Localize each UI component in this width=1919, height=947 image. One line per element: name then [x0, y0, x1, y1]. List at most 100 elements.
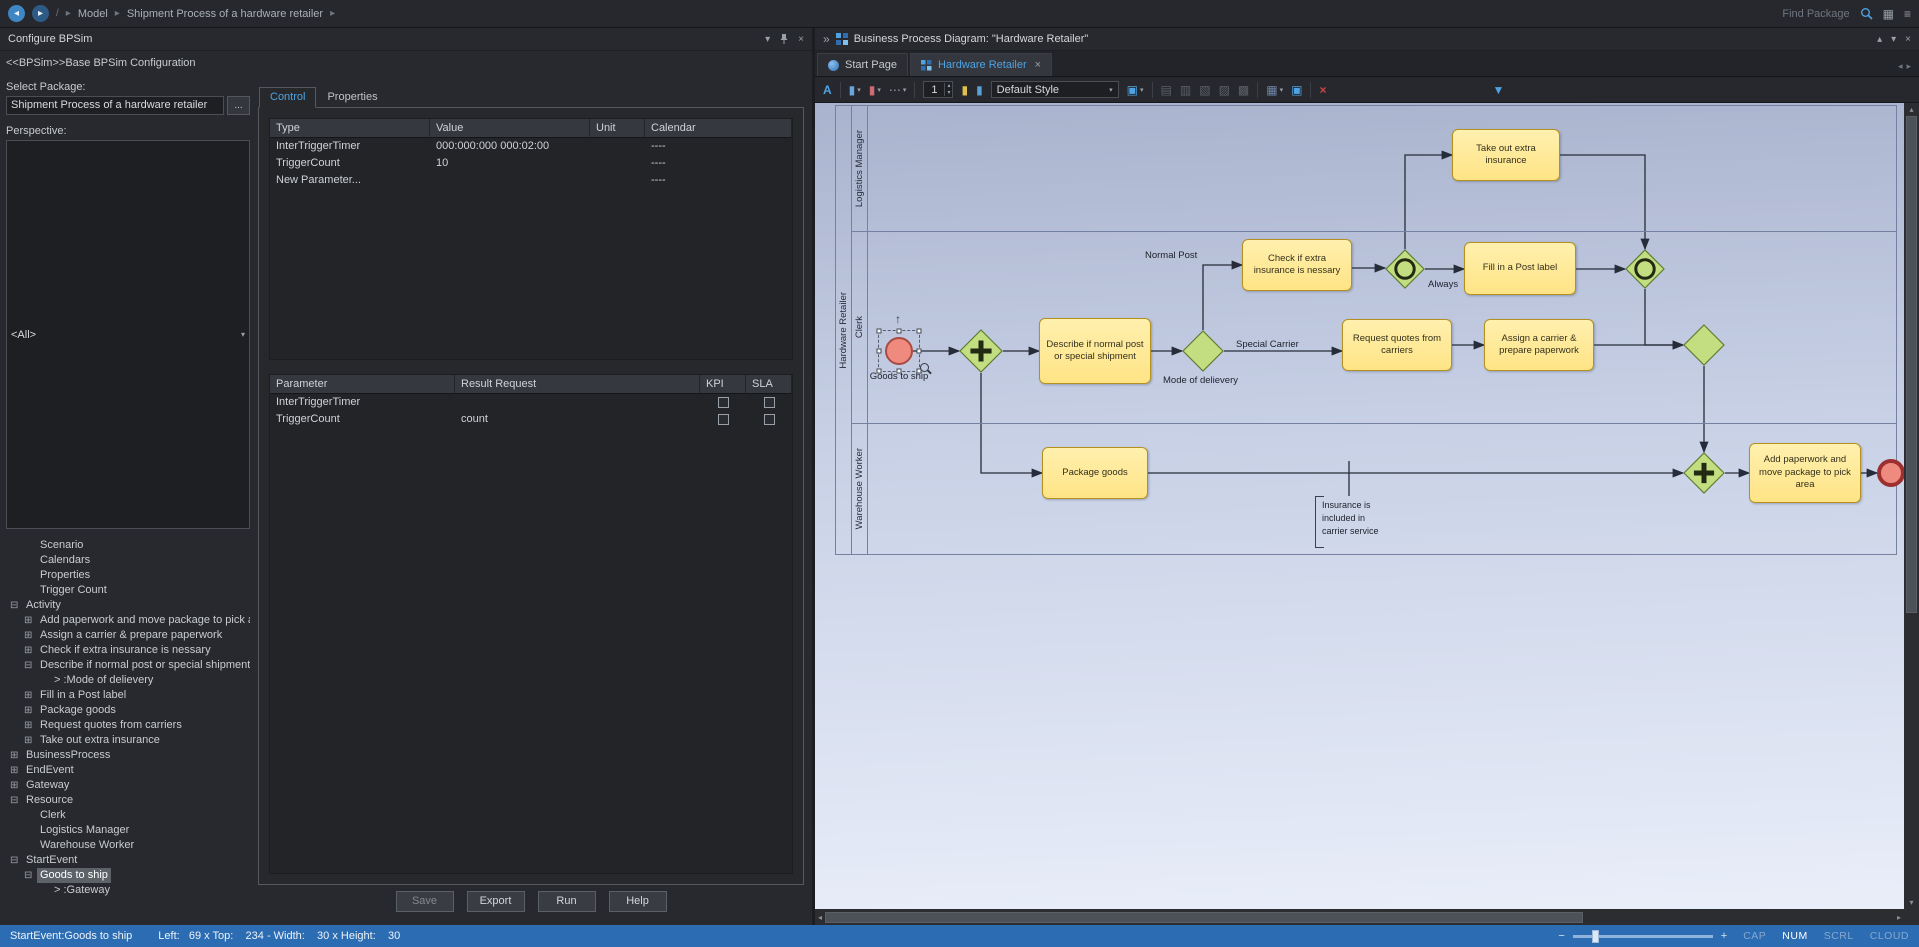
- run-button[interactable]: Run: [538, 891, 596, 912]
- bpmn-annotation[interactable]: Insurance is included in carrier service: [1315, 496, 1393, 548]
- collapse-icon[interactable]: ⊟: [10, 793, 23, 808]
- bpmn-task-extra[interactable]: Take out extra insurance: [1452, 129, 1560, 181]
- vertical-scroll-thumb[interactable]: [1906, 116, 1917, 613]
- tab-control[interactable]: Control: [259, 87, 316, 108]
- expand-icon[interactable]: ⊞: [24, 613, 37, 628]
- bpmn-gateway-merge[interactable]: [1683, 324, 1725, 366]
- tree-item[interactable]: ⊞Gateway: [6, 778, 250, 793]
- tree-item[interactable]: Trigger Count: [6, 583, 250, 598]
- filter-icon[interactable]: ▼: [1492, 83, 1504, 97]
- tree-item[interactable]: ⊞Package goods: [6, 703, 250, 718]
- pen-color-icon[interactable]: ▮▾: [849, 83, 861, 97]
- selection-handle[interactable]: [917, 349, 922, 354]
- zoom-out-button[interactable]: −: [1558, 930, 1564, 942]
- close-icon[interactable]: ×: [1905, 34, 1911, 45]
- align-left-icon[interactable]: ▤: [1161, 83, 1172, 97]
- help-button[interactable]: Help: [609, 891, 667, 912]
- result-table-row[interactable]: TriggerCountcount: [270, 411, 792, 428]
- tree-item[interactable]: ⊞Take out extra insurance: [6, 733, 250, 748]
- bpmn-task-quotes[interactable]: Request quotes from carriers: [1342, 319, 1452, 371]
- close-tab-icon[interactable]: ×: [1035, 59, 1041, 71]
- zoom-slider-thumb[interactable]: [1592, 930, 1599, 943]
- tree-item[interactable]: Logistics Manager: [6, 823, 250, 838]
- zoom-element-icon[interactable]: [920, 363, 929, 372]
- grid-options-icon[interactable]: ▦▾: [1266, 83, 1283, 97]
- tree-item[interactable]: Calendars: [6, 553, 250, 568]
- send-to-back-icon[interactable]: ▩: [1238, 83, 1249, 97]
- expand-icon[interactable]: ⊞: [24, 628, 37, 643]
- expand-icon[interactable]: ⊞: [24, 643, 37, 658]
- diagram-canvas[interactable]: Hardware RetailerLogistics ManagerClerkW…: [815, 103, 1904, 909]
- tree-item[interactable]: ⊟Resource: [6, 793, 250, 808]
- format-brush-icon[interactable]: ▮: [961, 83, 968, 97]
- tree-item[interactable]: ⊟Describe if normal post or special ship…: [6, 658, 250, 673]
- tree-item[interactable]: ⊟Goods to ship: [6, 868, 250, 883]
- save-diagram-icon[interactable]: ▣: [1291, 83, 1302, 97]
- selection-handle[interactable]: [877, 329, 882, 334]
- tab-hardware-retailer[interactable]: Hardware Retailer ×: [910, 53, 1052, 76]
- bpmn-gateway-parallel-join[interactable]: [1683, 452, 1725, 494]
- style-combo[interactable]: Default Style▾: [991, 81, 1119, 98]
- vertical-scrollbar[interactable]: ▴ ▾: [1904, 103, 1919, 909]
- package-input[interactable]: Shipment Process of a hardware retailer: [6, 96, 224, 115]
- bpmn-task-package[interactable]: Package goods: [1042, 447, 1148, 499]
- lane-logistics-manager[interactable]: Logistics Manager: [852, 106, 1896, 232]
- selection-handle[interactable]: [897, 369, 902, 374]
- perspective-select[interactable]: <All> ▾: [6, 140, 250, 529]
- same-size-icon[interactable]: ▧: [1199, 83, 1210, 97]
- tree-item[interactable]: > :Mode of delievery: [6, 673, 250, 688]
- breadcrumb-package[interactable]: Shipment Process of a hardware retailer: [127, 8, 323, 20]
- close-icon[interactable]: ×: [798, 34, 804, 45]
- collapse-icon[interactable]: ⊟: [10, 598, 23, 613]
- bpmn-task-addpaper[interactable]: Add paperwork and move package to pick a…: [1749, 443, 1861, 503]
- selection-handle[interactable]: [877, 369, 882, 374]
- tab-start-page[interactable]: Start Page: [817, 53, 908, 76]
- collapse-icon[interactable]: ⊟: [10, 853, 23, 868]
- tree-item[interactable]: ⊞Request quotes from carriers: [6, 718, 250, 733]
- expand-icon[interactable]: ⊞: [10, 763, 23, 778]
- scroll-down-icon[interactable]: ▾: [1891, 34, 1896, 45]
- expand-icon[interactable]: ⊞: [24, 703, 37, 718]
- tree-item[interactable]: ⊟Activity: [6, 598, 250, 613]
- tree-item[interactable]: > :Gateway: [6, 883, 250, 898]
- quicklink-arrow-icon[interactable]: ↑: [895, 312, 901, 326]
- font-appearance-icon[interactable]: A: [823, 83, 832, 97]
- selection-handle[interactable]: [897, 329, 902, 334]
- horizontal-scrollbar[interactable]: ◂ ▸: [815, 909, 1904, 925]
- line-width-spinner[interactable]: 1▴▾: [923, 81, 953, 98]
- zoom-slider[interactable]: [1573, 935, 1713, 938]
- save-button[interactable]: Save: [396, 891, 454, 912]
- tree-item[interactable]: ⊟StartEvent: [6, 853, 250, 868]
- align-top-icon[interactable]: ▥: [1180, 83, 1191, 97]
- breadcrumb-model[interactable]: Model: [78, 8, 108, 20]
- find-package-input[interactable]: Find Package: [1630, 8, 1850, 20]
- style-pen-icon[interactable]: ▮: [976, 83, 983, 97]
- tab-scroll-right-icon[interactable]: ▸: [1906, 61, 1911, 72]
- back-button[interactable]: ◂: [8, 5, 25, 22]
- expand-icon[interactable]: ⊞: [10, 748, 23, 763]
- param-table-row[interactable]: TriggerCount10----: [270, 155, 792, 172]
- scroll-down-arrow-icon[interactable]: ▾: [1909, 898, 1913, 907]
- tree-item[interactable]: ⊞BusinessProcess: [6, 748, 250, 763]
- bpmn-gateway-parallel-split[interactable]: [959, 329, 1003, 373]
- apply-style-icon[interactable]: ▣▾: [1127, 83, 1144, 97]
- expand-icon[interactable]: ⊞: [24, 688, 37, 703]
- workspace-icon[interactable]: ▦: [1883, 7, 1894, 21]
- tree-item[interactable]: ⊞EndEvent: [6, 763, 250, 778]
- menu-icon[interactable]: ≡: [1904, 7, 1911, 21]
- param-table-row[interactable]: InterTriggerTimer000:000:000 000:02:00--…: [270, 138, 792, 155]
- forward-button[interactable]: ▸: [32, 5, 49, 22]
- horizontal-scroll-thumb[interactable]: [825, 912, 1583, 923]
- window-menu-icon[interactable]: ▾: [765, 34, 770, 45]
- selection-handle[interactable]: [917, 329, 922, 334]
- bpmn-task-fill[interactable]: Fill in a Post label: [1464, 242, 1576, 295]
- scroll-right-arrow-icon[interactable]: ▸: [1897, 913, 1901, 922]
- kpi-checkbox[interactable]: [718, 397, 729, 408]
- browse-button[interactable]: ...: [227, 96, 250, 115]
- bpmn-task-describe[interactable]: Describe if normal post or special shipm…: [1039, 318, 1151, 384]
- bpmn-gateway-inclusive-incl2[interactable]: [1625, 249, 1665, 289]
- tree-item[interactable]: ⊞Assign a carrier & prepare paperwork: [6, 628, 250, 643]
- scroll-up-arrow-icon[interactable]: ▴: [1909, 105, 1913, 114]
- zoom-in-button[interactable]: +: [1721, 930, 1727, 942]
- param-table-row[interactable]: New Parameter...----: [270, 172, 792, 189]
